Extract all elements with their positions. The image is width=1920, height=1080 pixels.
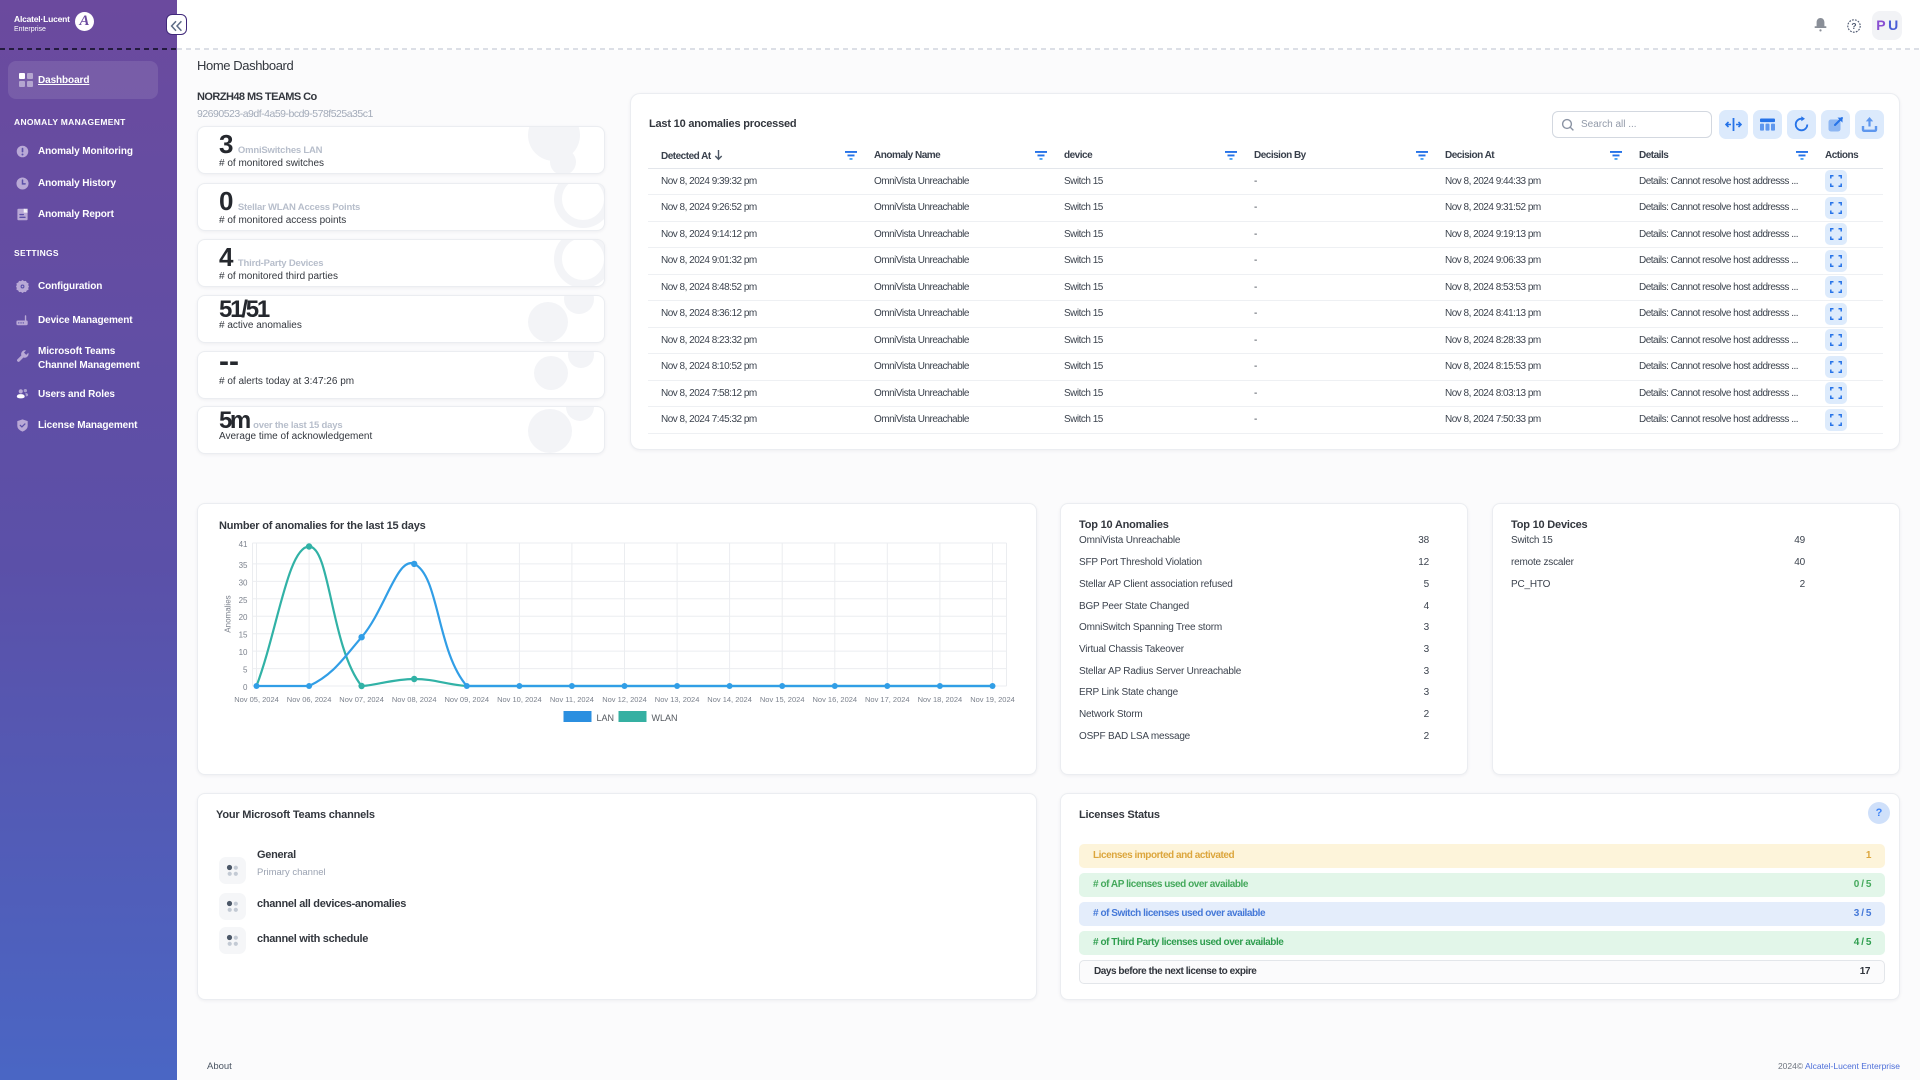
svg-text:Nov 18, 2024: Nov 18, 2024: [918, 695, 963, 704]
svg-text:35: 35: [239, 561, 248, 570]
svg-text:LAN: LAN: [597, 713, 615, 723]
svg-text:Nov 12, 2024: Nov 12, 2024: [602, 695, 647, 704]
svg-text:0: 0: [243, 683, 248, 692]
svg-text:Nov 08, 2024: Nov 08, 2024: [392, 695, 437, 704]
svg-text:Nov 19, 2024: Nov 19, 2024: [970, 695, 1015, 704]
svg-text:Nov 09, 2024: Nov 09, 2024: [444, 695, 489, 704]
svg-text:Nov 11, 2024: Nov 11, 2024: [550, 695, 594, 704]
svg-text:5: 5: [243, 666, 248, 675]
svg-text:Nov 10, 2024: Nov 10, 2024: [497, 695, 542, 704]
svg-text:Nov 05, 2024: Nov 05, 2024: [234, 695, 279, 704]
svg-text:15: 15: [239, 631, 248, 640]
svg-text:Nov 17, 2024: Nov 17, 2024: [865, 695, 910, 704]
svg-text:?: ?: [1851, 21, 1856, 31]
svg-text:25: 25: [239, 596, 248, 605]
svg-text:20: 20: [239, 613, 248, 622]
svg-text:Nov 16, 2024: Nov 16, 2024: [812, 695, 857, 704]
svg-text:41: 41: [239, 540, 248, 549]
svg-text:Anomalies: Anomalies: [224, 595, 233, 632]
svg-text:Nov 14, 2024: Nov 14, 2024: [707, 695, 752, 704]
svg-text:Nov 15, 2024: Nov 15, 2024: [760, 695, 805, 704]
svg-text:WLAN: WLAN: [652, 713, 678, 723]
svg-text:10: 10: [239, 648, 248, 657]
svg-text:Nov 06, 2024: Nov 06, 2024: [287, 695, 332, 704]
svg-text:30: 30: [239, 578, 248, 587]
svg-text:Nov 07, 2024: Nov 07, 2024: [339, 695, 384, 704]
svg-text:Nov 13, 2024: Nov 13, 2024: [655, 695, 700, 704]
